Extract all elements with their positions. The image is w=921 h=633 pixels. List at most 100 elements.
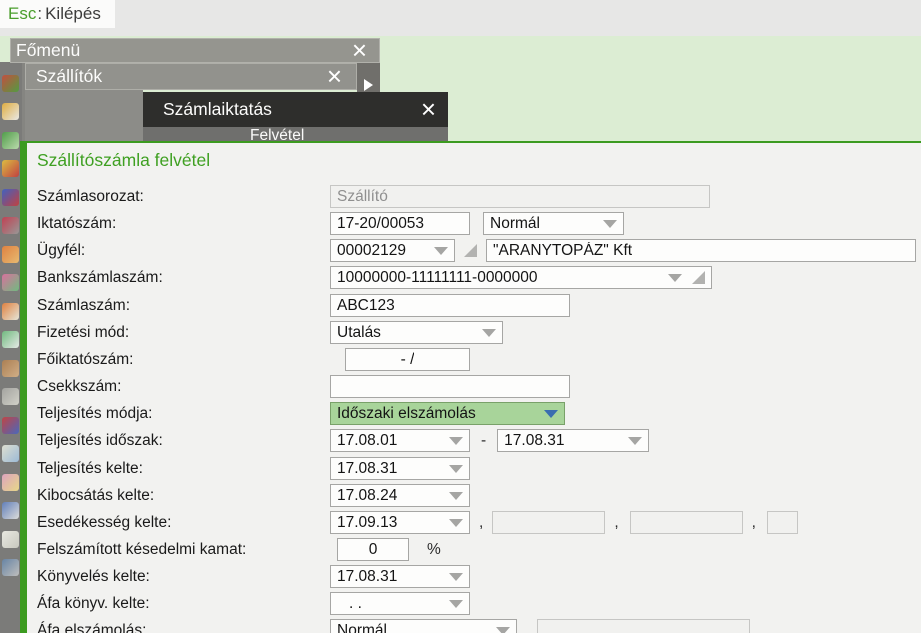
lookup-handle-icon[interactable] (464, 244, 477, 257)
foiktatoszam-field[interactable]: - / (345, 348, 470, 371)
close-icon[interactable]: × (327, 62, 342, 88)
chevron-down-icon (482, 328, 496, 337)
tools-icon[interactable] (2, 559, 19, 576)
register-icon[interactable] (2, 388, 19, 405)
icon-dock (0, 62, 22, 633)
document-icon[interactable] (2, 531, 19, 548)
szamlaiktatas-window-title: Számlaiktatás (163, 99, 272, 119)
row-szamlaszam: Számlaszám: ABC123 (37, 294, 570, 317)
row-fizetesi-mod: Fizetési mód: Utalás (37, 321, 503, 344)
people-icon[interactable] (2, 474, 19, 491)
row-ugyfel: Ügyfél: 00002129 "ARANYTOPÁZ" Kft (37, 239, 916, 262)
kesedelmi-kamat-label: Felszámított késedelmi kamat: (37, 540, 247, 558)
afa-konyv-kelte-label: Áfa könyv. kelte: (37, 594, 150, 612)
chevron-down-icon (449, 436, 463, 445)
chevron-down-icon (628, 436, 643, 445)
coins-icon[interactable] (2, 160, 19, 177)
chevron-down-icon (668, 273, 682, 282)
chevron-down-icon (496, 626, 510, 633)
invoice-entry-form: Szállítószámla felvétel Számlasorozat: S… (20, 141, 921, 633)
kibocsatas-kelte-label: Kibocsátás kelte: (37, 486, 155, 504)
szamlasorozat-field[interactable]: Szállító (330, 185, 710, 208)
szamlaszam-label: Számlaszám: (37, 296, 131, 314)
cards-icon[interactable] (2, 274, 19, 291)
teljesites-modja-dropdown[interactable]: Időszaki elszámolás (330, 402, 565, 425)
ugyfel-label: Ügyfél: (37, 241, 86, 259)
szamlaszam-field[interactable]: ABC123 (330, 294, 570, 317)
row-teljesites-kelte: Teljesítés kelte: 17.08.31 (37, 457, 470, 480)
idoszak-to-dropdown[interactable]: 17.08.31 (497, 429, 650, 452)
cart-icon[interactable] (2, 103, 19, 120)
phone-icon[interactable] (2, 217, 19, 234)
esc-exit-button[interactable]: Esc: Kilépés (0, 0, 115, 28)
plant-icon[interactable] (2, 132, 19, 149)
esedekesseg-extra-field-3[interactable] (766, 511, 798, 534)
percent-unit-label: % (427, 540, 441, 558)
chevron-down-icon (449, 518, 463, 527)
afa-konyv-kelte-dropdown[interactable]: . . (330, 592, 470, 615)
top-status-bar: Esc: Kilépés (0, 0, 921, 36)
chevron-down-icon (449, 491, 463, 500)
mail-icon[interactable] (2, 445, 19, 462)
ugyfel-code-dropdown[interactable]: 00002129 (330, 239, 455, 262)
archive-icon[interactable] (2, 502, 19, 519)
lookup-handle-icon[interactable] (692, 271, 705, 284)
esedekesseg-extra-field-2[interactable] (629, 511, 743, 534)
szallitok-window-title: Szállítók (36, 66, 103, 86)
books-icon[interactable] (2, 189, 19, 206)
close-icon[interactable]: × (352, 36, 367, 62)
basket-icon[interactable] (2, 75, 19, 92)
menu-item-felvetel[interactable]: Felvétel (250, 127, 304, 141)
teljesites-kelte-label: Teljesítés kelte: (37, 459, 143, 477)
package-icon[interactable] (2, 360, 19, 377)
szallitok-window-body (25, 90, 143, 141)
kibocsatas-kelte-dropdown[interactable]: 17.08.24 (330, 484, 470, 507)
chevron-down-icon (449, 572, 463, 581)
fizetesi-mod-label: Fizetési mód: (37, 323, 130, 341)
app-screen: Esc:Kilépés Főmenü × Szállítók × Számla (0, 0, 921, 633)
afa-elszamolas-extra-field[interactable] (537, 619, 750, 633)
szamlaiktatas-menu-strip: Felvétel (143, 127, 448, 141)
teljesites-kelte-dropdown[interactable]: 17.08.31 (330, 457, 470, 480)
chevron-down-icon (449, 464, 463, 473)
esedekesseg-extra-field-1[interactable] (492, 511, 606, 534)
row-kesedelmi-kamat: Felszámított késedelmi kamat: 0 % (37, 538, 441, 561)
csekkszam-label: Csekkszám: (37, 377, 122, 395)
house-icon[interactable] (2, 417, 19, 434)
afa-elszamolas-dropdown[interactable]: Normál (330, 619, 517, 633)
szallitok-window-titlebar[interactable]: Szállítók × (25, 62, 357, 90)
card-icon[interactable] (2, 331, 19, 348)
iktatoszam-label: Iktatószám: (37, 214, 117, 232)
fizetesi-mod-dropdown[interactable]: Utalás (330, 321, 503, 344)
szamlaiktatas-window-titlebar[interactable]: Számlaiktatás × (143, 92, 448, 127)
folder-icon[interactable] (2, 246, 19, 263)
row-szamlasorozat: Számlasorozat: Szállító (37, 185, 710, 208)
bankszamlaszam-dropdown[interactable]: 10000000-11111111-0000000 (330, 266, 712, 289)
iktatoszam-type-dropdown[interactable]: Normál (483, 212, 624, 235)
row-foiktatoszam: Főiktatószám: - / (37, 348, 470, 371)
fomenu-window-titlebar[interactable]: Főmenü × (10, 36, 380, 63)
row-kibocsatas-kelte: Kibocsátás kelte: 17.08.24 (37, 484, 470, 507)
csekkszam-field[interactable] (330, 375, 570, 398)
foiktatoszam-label: Főiktatószám: (37, 350, 134, 368)
ugyfel-name-field[interactable]: "ARANYTOPÁZ" Kft (486, 239, 916, 262)
esc-separator: : (37, 4, 43, 23)
row-afa-konyv-kelte: Áfa könyv. kelte: . . (37, 592, 470, 615)
esc-key-label: Esc (8, 4, 37, 23)
szamlasorozat-label: Számlasorozat: (37, 187, 144, 205)
iktatoszam-field[interactable]: 17-20/00053 (330, 212, 470, 235)
form-title: Szállítószámla felvétel (37, 150, 211, 170)
idoszak-from-dropdown[interactable]: 17.08.01 (330, 429, 470, 452)
row-teljesites-modja: Teljesítés módja: Időszaki elszámolás (37, 402, 565, 425)
konyveles-kelte-dropdown[interactable]: 17.08.31 (330, 565, 470, 588)
esedekesseg-kelte-dropdown[interactable]: 17.09.13 (330, 511, 470, 534)
kesedelmi-kamat-field[interactable]: 0 (337, 538, 409, 561)
row-bankszamlaszam: Bankszámlaszám: 10000000-11111111-000000… (37, 266, 712, 289)
fomenu-window-title: Főmenü (16, 40, 81, 60)
close-icon[interactable]: × (421, 95, 436, 121)
chevron-down-icon (544, 409, 558, 418)
konyveles-kelte-label: Könyvelés kelte: (37, 567, 150, 585)
row-iktatoszam: Iktatószám: 17-20/00053 Normál (37, 212, 624, 235)
comma-separator: , (614, 513, 619, 531)
flask-icon[interactable] (2, 303, 19, 320)
